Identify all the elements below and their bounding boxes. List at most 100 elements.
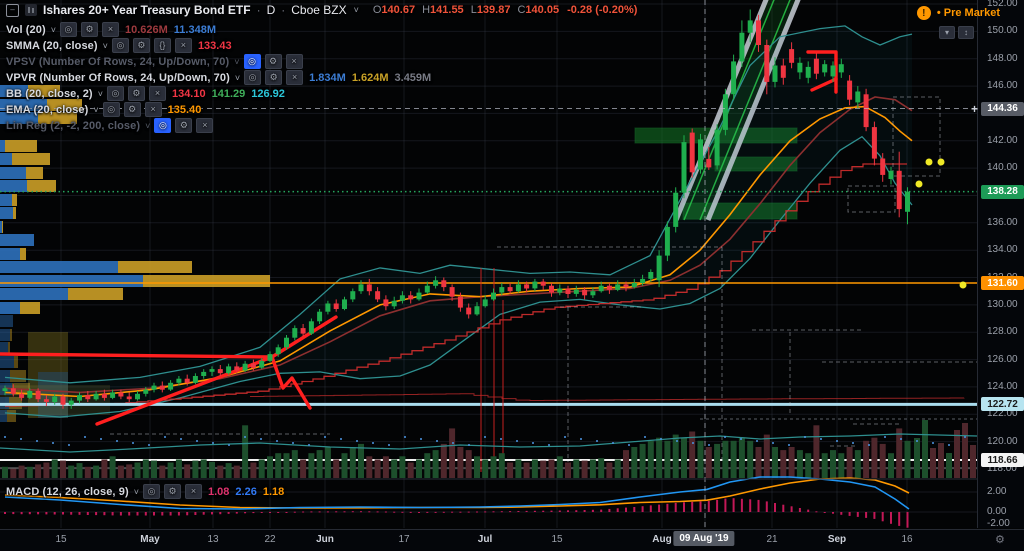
gear-icon[interactable]: ⚙ bbox=[127, 86, 145, 101]
indicator-value: 11.348M bbox=[173, 23, 216, 36]
indicator-row[interactable]: EMA (20, close) ˅ ◎ ⚙ × 135.40 bbox=[6, 102, 201, 117]
time-tick: 15 bbox=[55, 534, 67, 545]
eye-icon[interactable]: ◎ bbox=[244, 70, 262, 85]
gear-icon[interactable]: ⚙ bbox=[80, 22, 98, 37]
window-icon[interactable]: – bbox=[6, 3, 19, 17]
crosshair-date-label: 09 Aug '19 bbox=[673, 531, 735, 546]
macd-tick: 0.00 bbox=[987, 506, 1007, 517]
eye-icon[interactable]: ◎ bbox=[102, 102, 120, 117]
indicator-name: Vol (20) bbox=[6, 23, 46, 36]
time-tick: May bbox=[140, 534, 160, 545]
indicator-row[interactable]: VPSV (Number Of Rows, 24, Up/Down, 70) ˅ ◎… bbox=[6, 54, 303, 69]
time-tick: 17 bbox=[398, 534, 410, 545]
ohlc-value: 141.55 bbox=[430, 4, 464, 16]
premarket-dot bbox=[959, 281, 967, 289]
indicator-value: 1.18 bbox=[262, 485, 285, 498]
separator-dot: · bbox=[281, 3, 286, 17]
time-tick: 21 bbox=[766, 534, 778, 545]
scale-button[interactable]: ↕ bbox=[958, 26, 974, 39]
eye-icon[interactable]: ◎ bbox=[143, 484, 160, 499]
indicator-value: 133.43 bbox=[197, 39, 232, 52]
chart-type-icon[interactable] bbox=[25, 4, 37, 16]
close-icon[interactable]: × bbox=[174, 38, 192, 53]
exchange-label[interactable]: Cboe BZX bbox=[291, 3, 346, 17]
indicator-row[interactable]: MACD (12, 26, close, 9) ˅ ◎ ⚙ × 1.08 2.26 1.18 bbox=[6, 484, 284, 499]
time-tick: 22 bbox=[264, 534, 276, 545]
gear-icon[interactable]: ⚙ bbox=[175, 118, 193, 133]
price-tick: 134.00 bbox=[987, 244, 1018, 256]
braces-icon[interactable]: {} bbox=[153, 38, 171, 53]
time-tick: 15 bbox=[551, 534, 563, 545]
ohlc-values: O140.67 H141.55 L139.87 C140.05 bbox=[373, 4, 559, 16]
indicator-row[interactable]: Vol (20) ˅ ◎ ⚙ × 10.626M 11.348M bbox=[6, 22, 216, 37]
price-marker: 131.60 bbox=[981, 276, 1024, 290]
chevron-down-icon[interactable]: ˅ bbox=[93, 105, 98, 115]
scale-button[interactable]: ▾ bbox=[939, 26, 955, 39]
indicator-value: 2.26 bbox=[235, 485, 257, 498]
chevron-down-icon[interactable]: ˅ bbox=[98, 89, 103, 99]
gear-icon[interactable]: ⚙ bbox=[264, 54, 282, 69]
ohlc-value: 140.05 bbox=[525, 4, 560, 16]
chevron-down-icon[interactable]: ˅ bbox=[51, 25, 56, 35]
chevron-down-icon[interactable]: ˅ bbox=[134, 487, 139, 497]
gear-icon[interactable]: ⚙ bbox=[132, 38, 150, 53]
indicator-name: BB (20, close, 2) bbox=[6, 87, 93, 100]
price-tick: 136.00 bbox=[987, 216, 1018, 228]
gear-icon[interactable]: ⚙ bbox=[164, 484, 181, 499]
time-axis[interactable]: 15 May 13 22 Jun 17 Jul 15 Aug 21 Sep 16 09 Aug '19 bbox=[0, 529, 1024, 551]
price-tick: 126.00 bbox=[987, 353, 1018, 365]
close-icon[interactable]: × bbox=[196, 118, 214, 133]
symbol-title[interactable]: Ishares 20+ Year Treasury Bond ETF bbox=[43, 3, 251, 17]
close-icon[interactable]: × bbox=[185, 484, 202, 499]
price-tick: 146.00 bbox=[987, 80, 1018, 92]
close-icon[interactable]: × bbox=[101, 22, 119, 37]
close-icon[interactable]: × bbox=[286, 70, 304, 85]
price-marker: 144.36 + bbox=[971, 101, 1024, 116]
price-marker: 118.66 bbox=[981, 453, 1024, 467]
close-icon[interactable]: × bbox=[148, 86, 166, 101]
premarket-badge: ! • Pre Market bbox=[916, 6, 1000, 20]
eye-icon[interactable]: ◎ bbox=[243, 54, 261, 69]
gear-icon[interactable]: ⚙ bbox=[123, 102, 141, 117]
indicator-value: 134.10 bbox=[171, 87, 206, 100]
separator-dot: · bbox=[256, 3, 261, 17]
price-tick: 150.00 bbox=[987, 25, 1018, 37]
price-tick: 148.00 bbox=[987, 52, 1018, 64]
indicator-name: VPVR (Number Of Rows, 24, Up/Down, 70) bbox=[6, 71, 230, 84]
price-axis[interactable]: 152.00150.00148.00146.00144.00142.00140.… bbox=[971, 0, 1024, 529]
indicator-value: 10.626M bbox=[124, 23, 168, 36]
price-tick: 142.00 bbox=[987, 134, 1018, 146]
indicator-value: 141.29 bbox=[211, 87, 246, 100]
close-icon[interactable]: × bbox=[285, 54, 303, 69]
indicator-row[interactable]: Lin Reg (2, -2, 200, close) ˅ ◎ ⚙ × bbox=[6, 118, 214, 133]
eye-icon[interactable]: ◎ bbox=[111, 38, 129, 53]
time-tick: Jul bbox=[477, 534, 493, 545]
gear-icon[interactable]: ⚙ bbox=[995, 533, 1005, 546]
chevron-down-icon[interactable]: ˅ bbox=[103, 41, 108, 51]
indicator-value: 1.834M bbox=[309, 71, 346, 84]
indicator-row[interactable]: VPVR (Number Of Rows, 24, Up/Down, 70) ˅ ◎… bbox=[6, 70, 431, 85]
indicator-value: 1.624M bbox=[351, 71, 389, 84]
interval-label[interactable]: D bbox=[267, 3, 276, 17]
alert-icon[interactable]: ! bbox=[916, 6, 931, 20]
premarket-label: • Pre Market bbox=[936, 7, 1000, 19]
chevron-down-icon[interactable]: ˅ bbox=[234, 57, 239, 67]
eye-icon[interactable]: ◎ bbox=[106, 86, 124, 101]
indicator-row[interactable]: SMMA (20, close) ˅ ◎ ⚙{} × 133.43 bbox=[6, 38, 232, 53]
scale-buttons: ▾ ↕ bbox=[939, 26, 974, 39]
indicator-name: Lin Reg (2, -2, 200, close) bbox=[6, 119, 141, 132]
chevron-down-icon[interactable]: ˅ bbox=[354, 5, 359, 15]
indicator-name: EMA (20, close) bbox=[6, 103, 89, 116]
chevron-down-icon[interactable]: ˅ bbox=[145, 121, 150, 131]
eye-icon[interactable]: ◎ bbox=[154, 118, 172, 133]
eye-icon[interactable]: ◎ bbox=[59, 22, 77, 37]
indicator-row[interactable]: BB (20, close, 2) ˅ ◎ ⚙ × 134.10 141.29 126.92 bbox=[6, 86, 285, 101]
chevron-down-icon[interactable]: ˅ bbox=[235, 73, 240, 83]
time-tick: 13 bbox=[207, 534, 219, 545]
ohlc-label: H bbox=[422, 4, 431, 16]
macd-tick: 2.00 bbox=[987, 486, 1007, 497]
indicator-value: 1.08 bbox=[208, 485, 230, 498]
gear-icon[interactable]: ⚙ bbox=[265, 70, 283, 85]
indicator-name: VPSV (Number Of Rows, 24, Up/Down, 70) bbox=[6, 55, 230, 68]
close-icon[interactable]: × bbox=[144, 102, 162, 117]
